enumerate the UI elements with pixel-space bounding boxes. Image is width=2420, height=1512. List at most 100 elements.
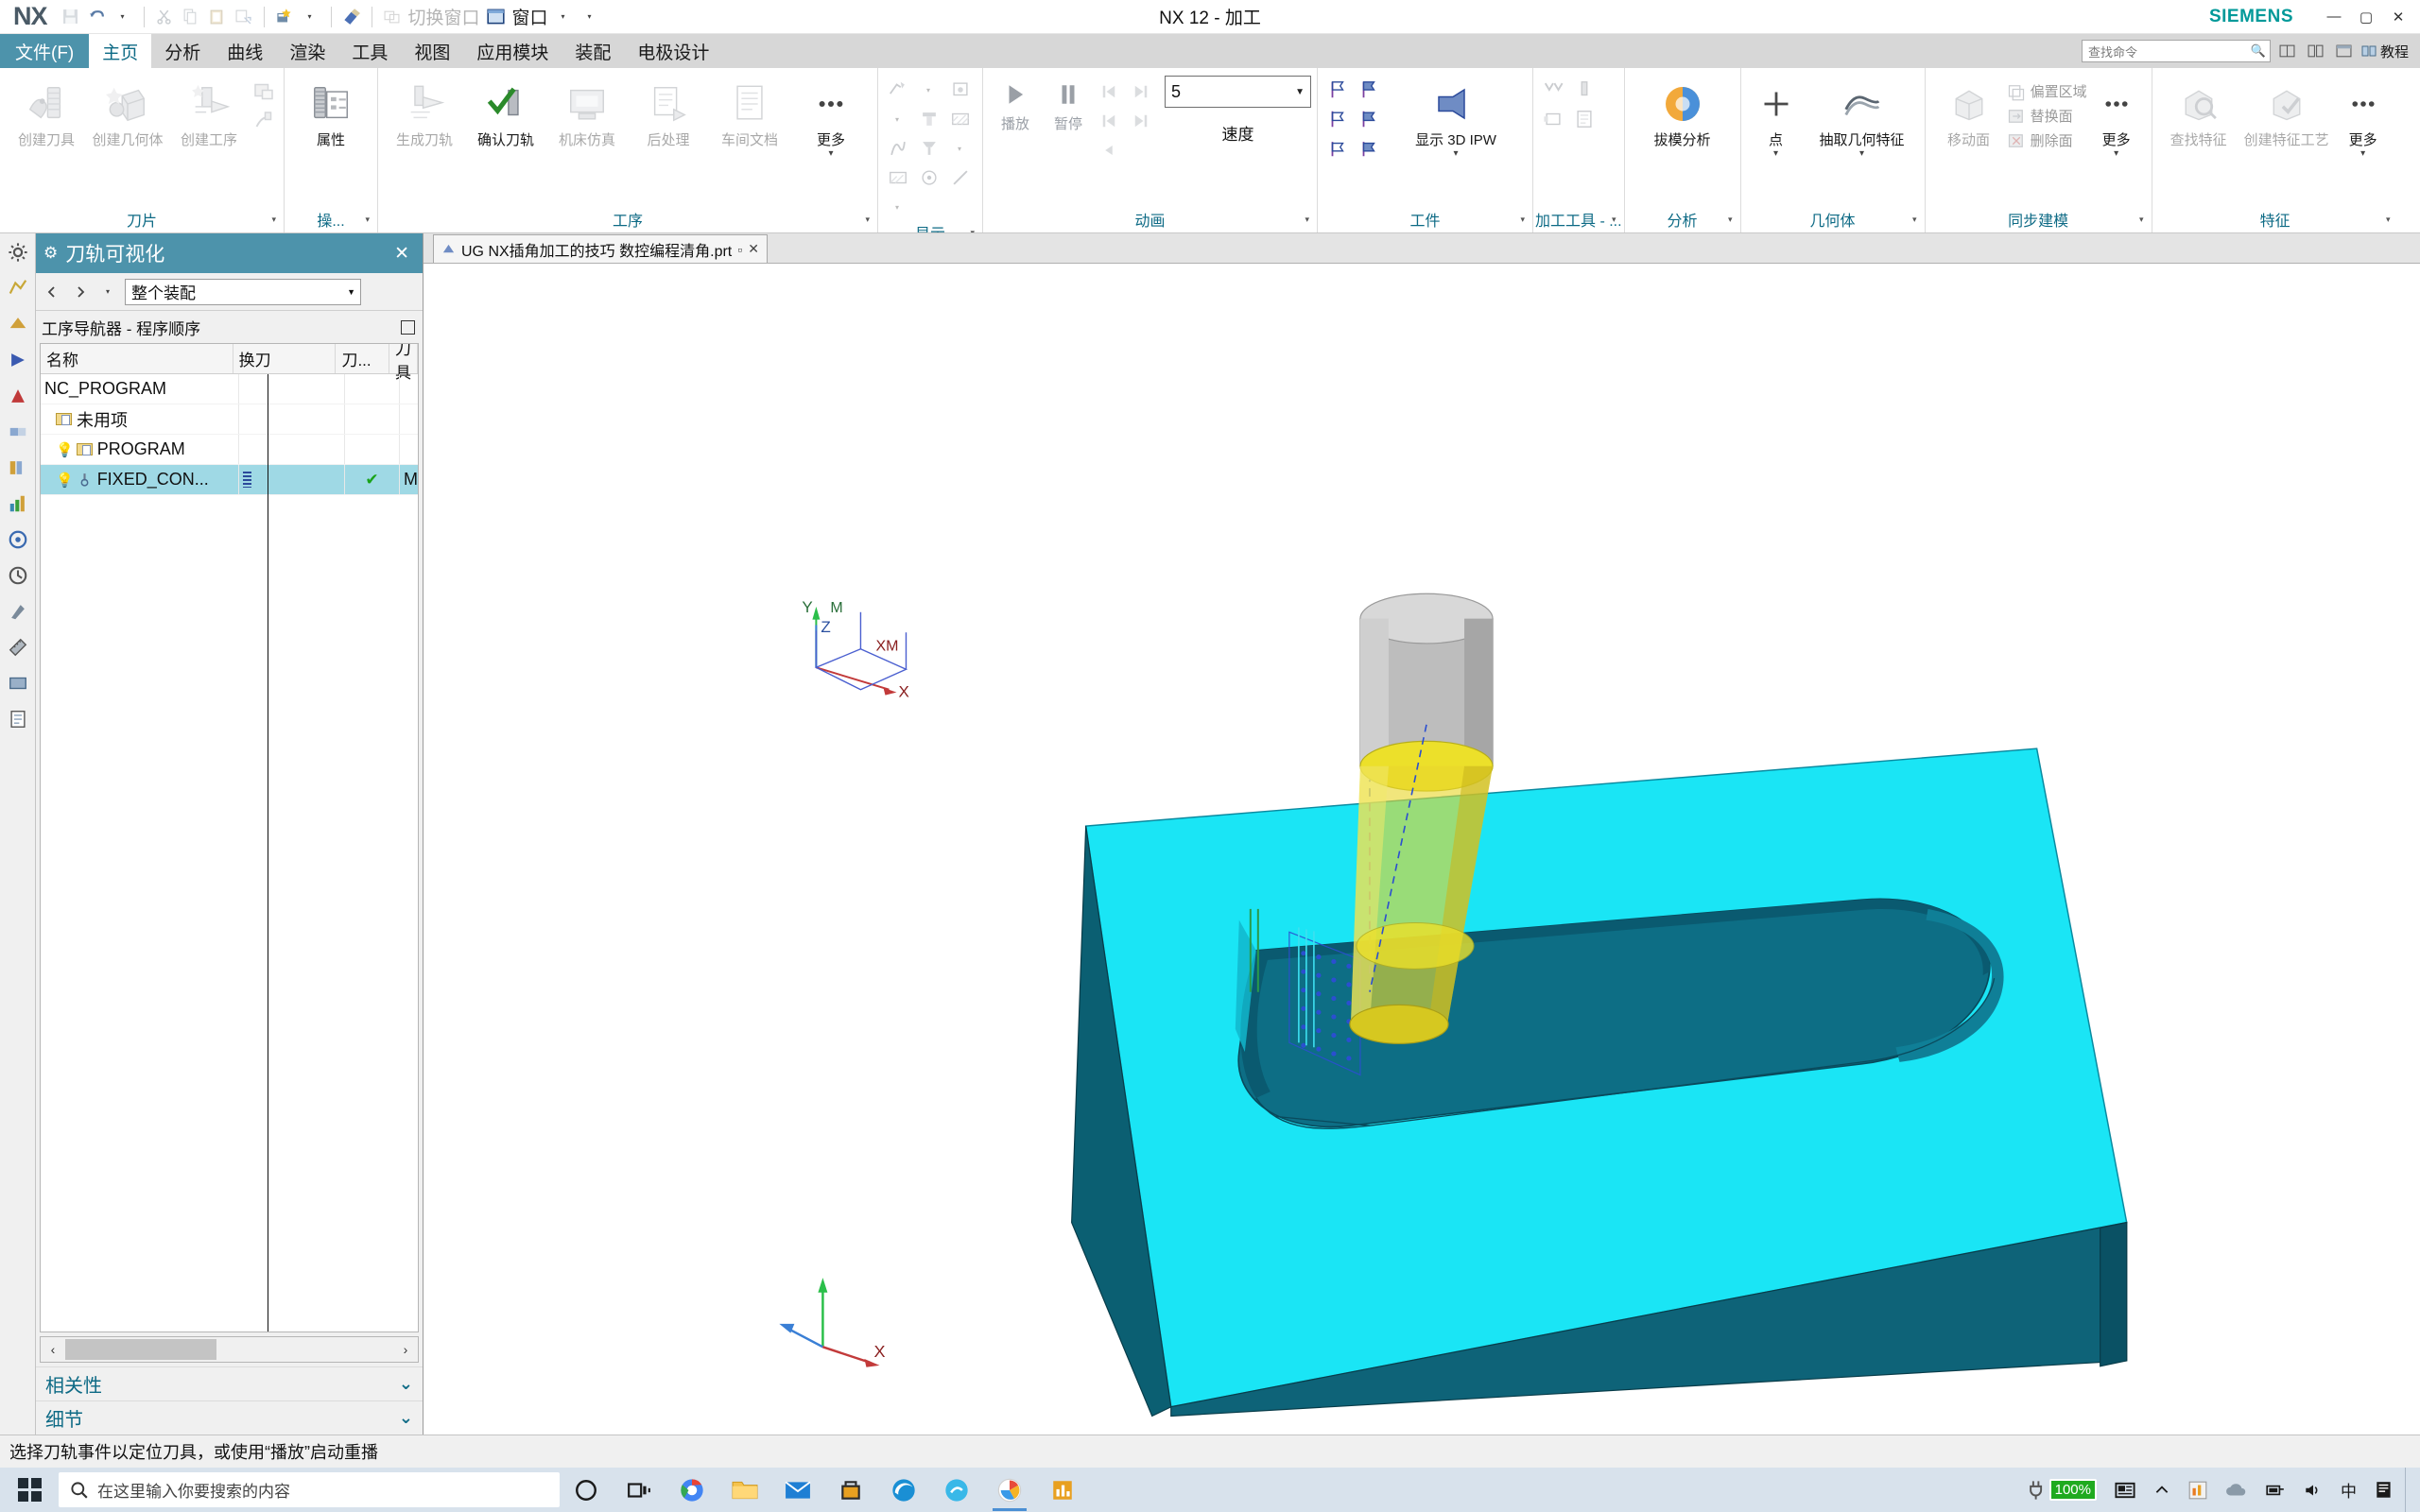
battery-indicator[interactable]: 100% — [2020, 1468, 2103, 1512]
workpiece-group-expand-icon[interactable]: ▾ — [1520, 215, 1525, 225]
generate-toolpath-button[interactable]: 生成刀轨 — [384, 76, 465, 150]
ipw-flag6-icon[interactable] — [1355, 134, 1383, 163]
tab-home[interactable]: 主页 — [89, 34, 152, 68]
resource-view-icon[interactable] — [3, 309, 33, 339]
operation-group-expand-icon[interactable]: ▾ — [365, 215, 370, 225]
mail-icon[interactable] — [771, 1468, 824, 1512]
show-3d-ipw-caret-icon[interactable]: ▾ — [1453, 148, 1458, 159]
resource-toolpath-icon[interactable] — [3, 273, 33, 303]
animation-group-expand-icon[interactable]: ▾ — [1305, 215, 1309, 225]
nx-icon[interactable] — [983, 1468, 1036, 1512]
create-feature-process-button[interactable]: 创建特征工艺 — [2239, 76, 2334, 150]
window-tile-icon[interactable] — [2305, 40, 2327, 62]
resource-roles-icon[interactable] — [3, 345, 33, 375]
cutter-group-expand-icon[interactable]: ▾ — [271, 215, 276, 225]
save-icon[interactable] — [59, 5, 83, 29]
switch-window-icon[interactable] — [380, 5, 405, 29]
ipw-flag3-icon[interactable] — [1323, 105, 1352, 133]
pause-button[interactable]: 暂停 — [1042, 76, 1095, 133]
point-button[interactable]: 点 ▾ — [1747, 76, 1806, 161]
resource-marker-icon[interactable] — [3, 596, 33, 627]
edge-icon[interactable] — [877, 1468, 930, 1512]
table-row[interactable]: 💡 PROGRAM — [41, 435, 418, 465]
app-blue-icon[interactable] — [930, 1468, 983, 1512]
postprocess-button[interactable]: 后处理 — [628, 76, 709, 150]
line-icon[interactable] — [946, 163, 975, 192]
window-label[interactable]: 窗口 — [510, 4, 550, 29]
tutorial-link[interactable]: 教程 — [2361, 42, 2412, 61]
step-forward-button[interactable] — [1127, 76, 1159, 135]
properties-button[interactable]: 属性 — [290, 76, 372, 150]
task-view-icon[interactable] — [613, 1468, 666, 1512]
command-search-input[interactable]: 查找命令 🔍 — [2081, 40, 2271, 62]
point-target-icon[interactable] — [915, 163, 943, 192]
resource-doc-icon[interactable] — [3, 704, 33, 734]
line-caret-icon[interactable]: ▾ — [884, 193, 912, 221]
process-more-caret-icon[interactable]: ▾ — [828, 148, 833, 159]
create-operation-button[interactable]: 创建工序 — [168, 76, 250, 150]
process-more-button[interactable]: 更多 ▾ — [790, 76, 872, 161]
close-button[interactable]: ✕ — [2382, 3, 2414, 31]
switch-window-label[interactable]: 切换窗口 — [406, 4, 482, 29]
create-tool-button[interactable]: 创建刀具 — [6, 76, 87, 150]
scroll-track[interactable] — [65, 1337, 393, 1362]
offset-region-button[interactable]: 偏置区域 — [2007, 81, 2087, 101]
tab-electrode-design[interactable]: 电极设计 — [624, 34, 722, 68]
assembly-scope-select[interactable]: 整个装配 ▼ — [125, 278, 361, 305]
ipw-flag5-icon[interactable] — [1323, 134, 1352, 163]
display-toolpath-caret-icon[interactable]: ▾ — [915, 76, 943, 104]
shop-doc-button[interactable]: 车间文档 — [709, 76, 790, 150]
mt-tool-icon[interactable] — [1570, 76, 1599, 104]
hatch-area-icon[interactable] — [946, 105, 975, 133]
analysis-group-expand-icon[interactable]: ▾ — [1728, 215, 1733, 225]
curve-icon[interactable] — [884, 134, 912, 163]
tree-horizontal-scrollbar[interactable]: ‹ › — [40, 1336, 419, 1363]
geometry-group-expand-icon[interactable]: ▾ — [1912, 215, 1917, 225]
notification-icon[interactable] — [2367, 1468, 2401, 1512]
move-face-button[interactable]: 移动面 — [1931, 76, 2007, 150]
news-icon[interactable] — [2107, 1468, 2143, 1512]
display-tool-icon[interactable] — [946, 76, 975, 104]
section-dependencies[interactable]: 相关性 ⌄ — [36, 1366, 423, 1400]
feature-group-expand-icon[interactable]: ▾ — [2386, 215, 2391, 225]
section-details[interactable]: 细节 ⌄ — [36, 1400, 423, 1435]
panel-close-icon[interactable]: ✕ — [389, 243, 415, 265]
undo-dropdown-icon[interactable]: ▾ — [112, 5, 136, 29]
column-header-tool[interactable]: 刀具 — [389, 344, 418, 382]
create-geometry-button[interactable]: 创建几何体 — [87, 76, 168, 150]
resource-help-icon[interactable] — [3, 524, 33, 555]
ipw-flag1-icon[interactable] — [1323, 76, 1352, 104]
speed-input[interactable]: 5 ▼ — [1165, 76, 1311, 108]
maximize-button[interactable]: ▢ — [2350, 3, 2382, 31]
tab-file[interactable]: 文件(F) — [0, 34, 90, 68]
navigator-dock-icon[interactable] — [401, 319, 415, 335]
step-back-button[interactable] — [1095, 76, 1127, 164]
feature-more-button[interactable]: 更多 ▾ — [2334, 76, 2393, 161]
extract-geometry-caret-icon[interactable]: ▾ — [1859, 148, 1864, 159]
ribbon-collapse-icon[interactable] — [2333, 40, 2356, 62]
chevron-down-icon[interactable]: ▼ — [1295, 87, 1305, 97]
scroll-left-icon[interactable]: ‹ — [41, 1342, 65, 1357]
hatch-area2-icon[interactable] — [884, 163, 912, 192]
command-finder-icon[interactable] — [272, 5, 297, 29]
show-3d-ipw-button[interactable]: 显示 3D IPW ▾ — [1385, 76, 1527, 161]
verify-toolpath-button[interactable]: 确认刀轨 — [465, 76, 546, 150]
part-tab-close-icon[interactable]: ✕ — [748, 241, 759, 257]
ime-icon[interactable]: 中 — [2334, 1468, 2363, 1512]
taskbar-search-input[interactable]: 在这里输入你要搜索的内容 — [59, 1472, 560, 1507]
ipw-flag4-icon[interactable] — [1355, 105, 1383, 133]
resource-history-icon[interactable] — [3, 560, 33, 591]
onedrive-icon[interactable] — [2219, 1468, 2255, 1512]
resource-assembly-icon[interactable] — [3, 417, 33, 447]
window-layout-icon[interactable] — [2276, 40, 2299, 62]
table-row[interactable]: 💡 FIXED_CON... ✔ MIL — [41, 465, 418, 495]
orange-app-icon[interactable] — [2181, 1468, 2215, 1512]
qat-overflow-icon[interactable]: ▾ — [579, 5, 603, 29]
tool-shape-caret-icon[interactable]: ▾ — [946, 134, 975, 163]
table-row[interactable]: NC_PROGRAM — [41, 374, 418, 404]
display-tool-caret-icon[interactable]: ▾ — [884, 105, 912, 133]
window-dropdown-icon[interactable]: ▾ — [552, 5, 577, 29]
cut-icon[interactable] — [152, 5, 177, 29]
machine-sim-button[interactable]: 机床仿真 — [546, 76, 628, 150]
paste-special-icon[interactable] — [232, 5, 256, 29]
